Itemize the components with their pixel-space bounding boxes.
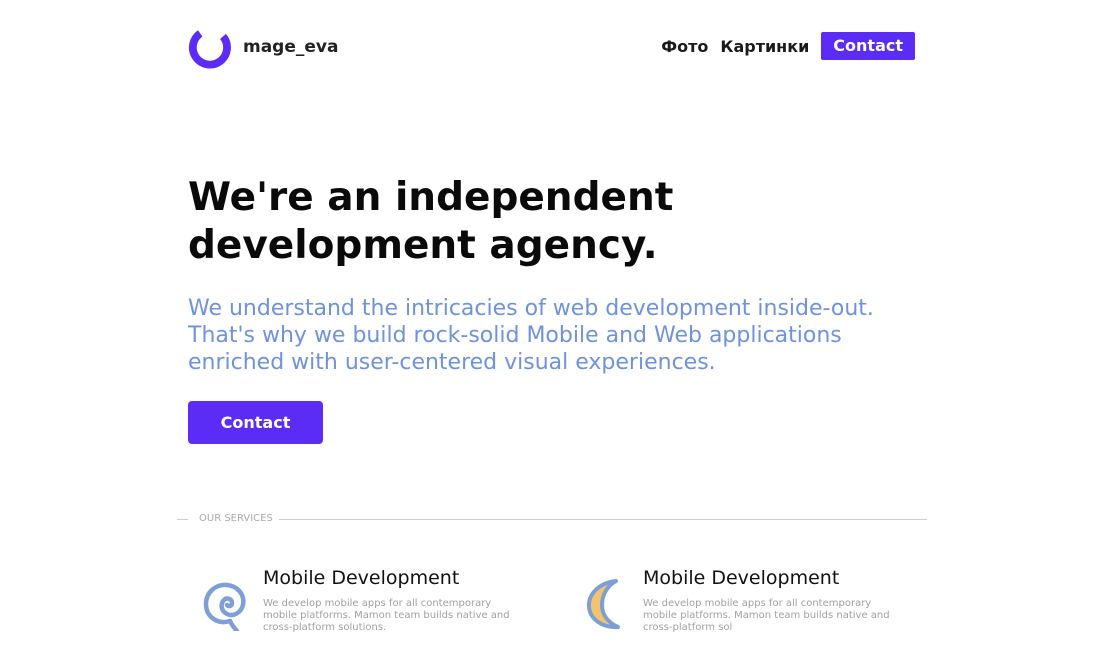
service-card: Mobile Development We develop mobile app… <box>200 565 510 650</box>
logo-text: mage_eva <box>243 37 339 57</box>
service-description: We develop mobile apps for all contempor… <box>263 598 510 633</box>
site-header: mage_eva Фото Картинки Contact <box>188 25 915 69</box>
page: mage_eva Фото Картинки Contact We're an … <box>0 0 1119 653</box>
crescent-moon-icon <box>586 579 620 630</box>
logo-link[interactable]: mage_eva <box>188 25 338 69</box>
hero-title: We're an independent development agency. <box>188 175 674 268</box>
services-divider: OUR SERVICES <box>177 512 927 526</box>
divider-line-right <box>279 519 927 520</box>
service-title: Mobile Development <box>643 567 840 589</box>
divider-line-left <box>177 519 188 520</box>
hero-contact-button[interactable]: Contact <box>188 401 323 444</box>
service-card: Mobile Development We develop mobile app… <box>580 565 890 650</box>
service-description: We develop mobile apps for all contempor… <box>643 598 890 633</box>
nav-link-kartinki[interactable]: Картинки <box>720 37 809 56</box>
hero-subtitle: We understand the intricacies of web dev… <box>188 296 874 375</box>
service-title: Mobile Development <box>263 567 460 589</box>
main-nav: Фото Картинки Contact <box>661 32 915 60</box>
spiral-icon <box>203 582 246 631</box>
nav-link-foto[interactable]: Фото <box>661 37 708 56</box>
logo-ring-icon <box>188 29 231 68</box>
nav-contact-button[interactable]: Contact <box>821 32 915 60</box>
services-section-label: OUR SERVICES <box>199 513 273 524</box>
